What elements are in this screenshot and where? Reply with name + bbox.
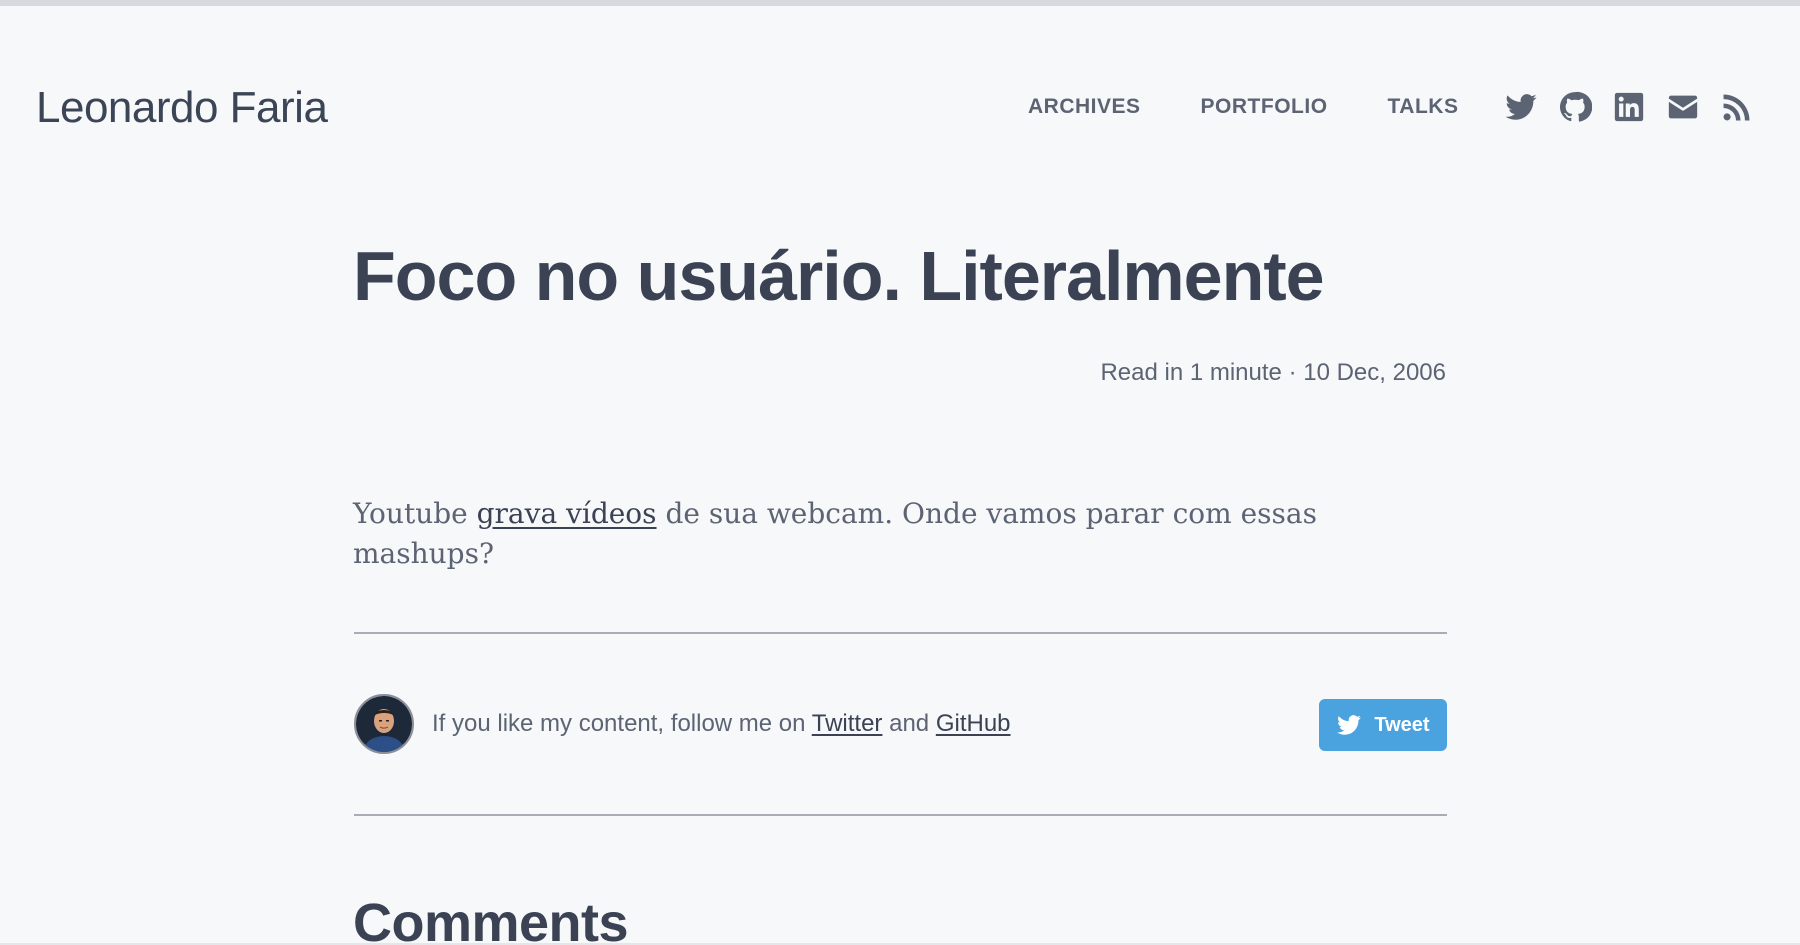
divider-top <box>354 632 1447 634</box>
post-title: Foco no usuário. Literalmente <box>353 237 1325 315</box>
post-body: Youtube grava vídeos de sua webcam. Onde… <box>353 494 1446 574</box>
tweet-button-label: Tweet <box>1374 713 1430 736</box>
email-icon[interactable] <box>1666 90 1700 124</box>
social-links <box>1504 90 1754 124</box>
twitter-profile-link[interactable]: Twitter <box>812 710 883 737</box>
nav-item-talks[interactable]: TALKS <box>1388 94 1459 120</box>
avatar <box>354 694 414 754</box>
tweet-button[interactable]: Tweet <box>1319 699 1447 751</box>
linkedin-icon[interactable] <box>1612 90 1646 124</box>
nav-item-archives[interactable]: ARCHIVES <box>1028 94 1141 120</box>
twitter-icon[interactable] <box>1504 90 1538 124</box>
twitter-bird-icon <box>1337 715 1362 735</box>
rss-icon[interactable] <box>1720 90 1754 124</box>
github-profile-link[interactable]: GitHub <box>936 710 1011 737</box>
nav-item-portfolio[interactable]: PORTFOLIO <box>1201 94 1328 120</box>
follow-text-middle: and <box>882 710 936 737</box>
post-meta: Read in 1 minute · 10 Dec, 2006 <box>1100 359 1446 386</box>
follow-text-before: If you like my content, follow me on <box>432 710 812 737</box>
site-title-link[interactable]: Leonardo Faria <box>36 80 328 136</box>
comments-heading: Comments <box>353 893 629 945</box>
follow-text: If you like my content, follow me on Twi… <box>432 709 1011 739</box>
post-body-link[interactable]: grava vídeos <box>477 497 657 530</box>
top-border <box>0 0 1800 6</box>
post-body-text-before: Youtube <box>353 497 477 530</box>
follow-section: If you like my content, follow me on Twi… <box>354 694 1447 754</box>
github-icon[interactable] <box>1558 90 1592 124</box>
divider-bottom <box>354 814 1447 816</box>
main-nav: ARCHIVES PORTFOLIO TALKS <box>1028 94 1458 120</box>
